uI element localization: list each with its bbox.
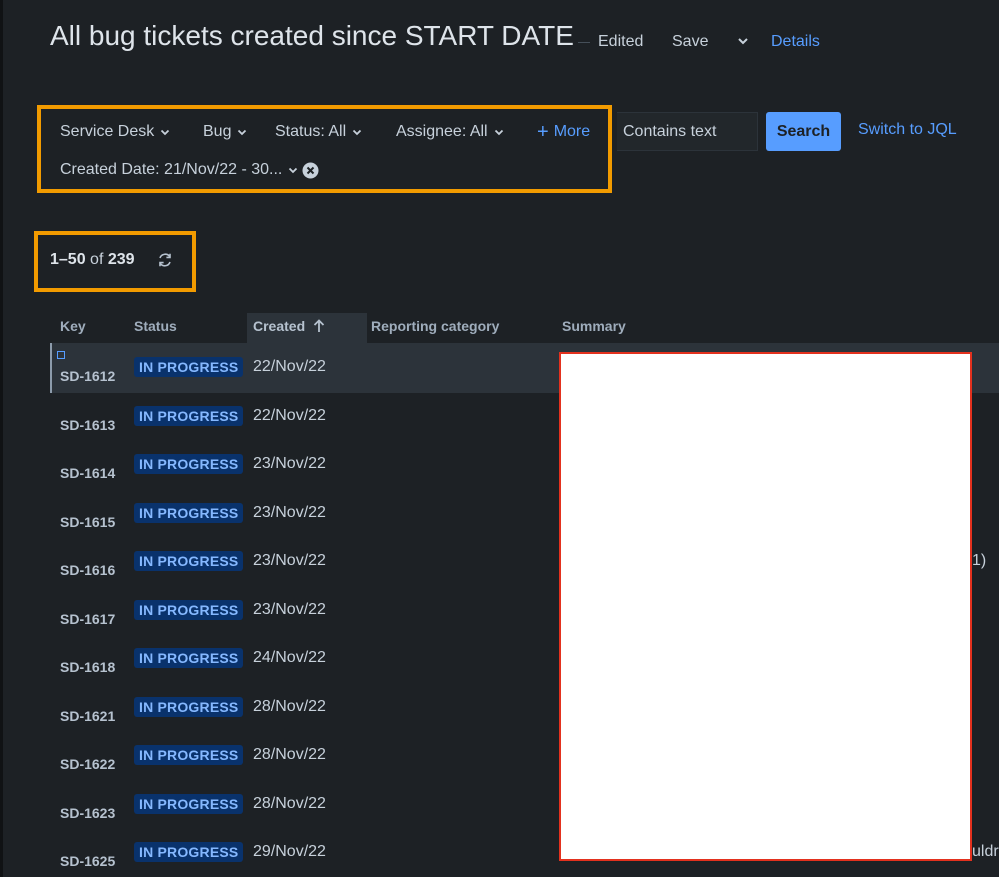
issue-key-link[interactable]: SD-1612 — [60, 368, 115, 384]
project-filter-label: Service Desk — [60, 123, 155, 140]
status-lozenge[interactable]: IN PROGRESS — [134, 794, 244, 814]
chevron-down-icon — [238, 129, 247, 136]
more-filters-button[interactable]: + More — [537, 122, 590, 142]
created-date-cell: 23/Nov/22 — [253, 552, 326, 569]
plus-icon: + — [537, 121, 549, 143]
status-filter[interactable]: Status: All — [275, 122, 362, 142]
created-date-cell: 23/Nov/22 — [253, 455, 326, 472]
status-lozenge[interactable]: IN PROGRESS — [134, 357, 244, 377]
status-lozenge[interactable]: IN PROGRESS — [134, 745, 244, 765]
column-header-created[interactable]: Created — [253, 318, 325, 334]
status-lozenge[interactable]: IN PROGRESS — [134, 697, 244, 717]
created-date-filter[interactable]: Created Date: 21/Nov/22 - 30... — [60, 161, 319, 179]
row-overflow-text: uldr — [972, 843, 999, 860]
column-header-status[interactable]: Status — [134, 318, 177, 334]
created-date-cell: 28/Nov/22 — [253, 698, 326, 715]
sort-arrow-up-icon — [314, 319, 325, 332]
assignee-filter-label: Assignee: All — [396, 123, 488, 140]
created-date-cell: 22/Nov/22 — [253, 358, 326, 375]
chevron-down-icon — [353, 129, 362, 136]
search-button-label: Search — [776, 122, 831, 140]
created-date-cell: 23/Nov/22 — [253, 504, 326, 521]
result-of: of — [90, 251, 104, 268]
redacted-summary-area — [559, 352, 972, 861]
issue-key-link[interactable]: SD-1621 — [60, 708, 115, 724]
issue-key-link[interactable]: SD-1613 — [60, 417, 115, 433]
status-lozenge[interactable]: IN PROGRESS — [134, 406, 244, 426]
type-filter-label: Bug — [203, 123, 232, 140]
issue-key-link[interactable]: SD-1623 — [60, 805, 115, 821]
status-filter-label: Status: All — [275, 123, 347, 140]
result-range: 1–50 — [50, 251, 86, 268]
left-edge — [0, 0, 3, 877]
status-lozenge[interactable]: IN PROGRESS — [134, 648, 244, 668]
result-count: 1–50 of 239 — [50, 251, 135, 269]
created-date-cell: 22/Nov/22 — [253, 407, 326, 424]
issue-key-link[interactable]: SD-1615 — [60, 514, 115, 530]
column-header-key[interactable]: Key — [60, 318, 86, 334]
save-button[interactable]: Save — [672, 33, 708, 51]
created-date-cell: 28/Nov/22 — [253, 746, 326, 763]
chevron-down-icon — [161, 129, 170, 136]
status-lozenge[interactable]: IN PROGRESS — [134, 842, 244, 862]
filter-highlight-box — [37, 105, 612, 193]
status-lozenge[interactable]: IN PROGRESS — [134, 600, 244, 620]
status-lozenge[interactable]: IN PROGRESS — [134, 551, 244, 571]
column-header-created-label: Created — [253, 318, 306, 334]
edited-label: Edited — [598, 33, 644, 50]
column-header-summary[interactable]: Summary — [562, 318, 626, 334]
search-input[interactable]: Contains text — [617, 112, 758, 151]
created-date-cell: 29/Nov/22 — [253, 843, 326, 860]
search-button[interactable]: Search — [766, 112, 841, 151]
page-title: All bug tickets created since START DATE — [50, 20, 574, 51]
created-date-cell: 23/Nov/22 — [253, 601, 326, 618]
created-date-label: Created Date: 21/Nov/22 - 30... — [60, 161, 283, 178]
row-overflow-text: 1) — [972, 552, 987, 569]
chevron-down-icon — [289, 167, 298, 174]
refresh-icon[interactable] — [157, 252, 173, 268]
status-lozenge[interactable]: IN PROGRESS — [134, 503, 244, 523]
switch-to-jql-link[interactable]: Switch to JQL — [858, 121, 957, 139]
issue-key-link[interactable]: SD-1618 — [60, 659, 115, 675]
more-filters-label: More — [553, 123, 591, 140]
header-divider — [578, 42, 590, 43]
issue-key-link[interactable]: SD-1625 — [60, 853, 115, 869]
status-lozenge[interactable]: IN PROGRESS — [134, 454, 244, 474]
project-filter[interactable]: Service Desk — [60, 122, 170, 142]
issue-key-link[interactable]: SD-1614 — [60, 465, 115, 481]
chevron-down-icon — [494, 129, 503, 136]
result-total: 239 — [107, 251, 135, 268]
issue-key-link[interactable]: SD-1616 — [60, 562, 115, 578]
details-button[interactable]: Details — [771, 33, 820, 51]
type-filter[interactable]: Bug — [203, 122, 247, 142]
created-date-cell: 28/Nov/22 — [253, 795, 326, 812]
column-header-reporting-category[interactable]: Reporting category — [371, 318, 499, 334]
issue-key-link[interactable]: SD-1617 — [60, 611, 115, 627]
created-date-cell: 24/Nov/22 — [253, 649, 326, 666]
clear-icon[interactable] — [302, 162, 319, 179]
chevron-down-icon[interactable] — [736, 33, 750, 49]
assignee-filter[interactable]: Assignee: All — [396, 122, 504, 142]
row-focus-indicator — [57, 351, 65, 359]
issue-key-link[interactable]: SD-1622 — [60, 756, 115, 772]
